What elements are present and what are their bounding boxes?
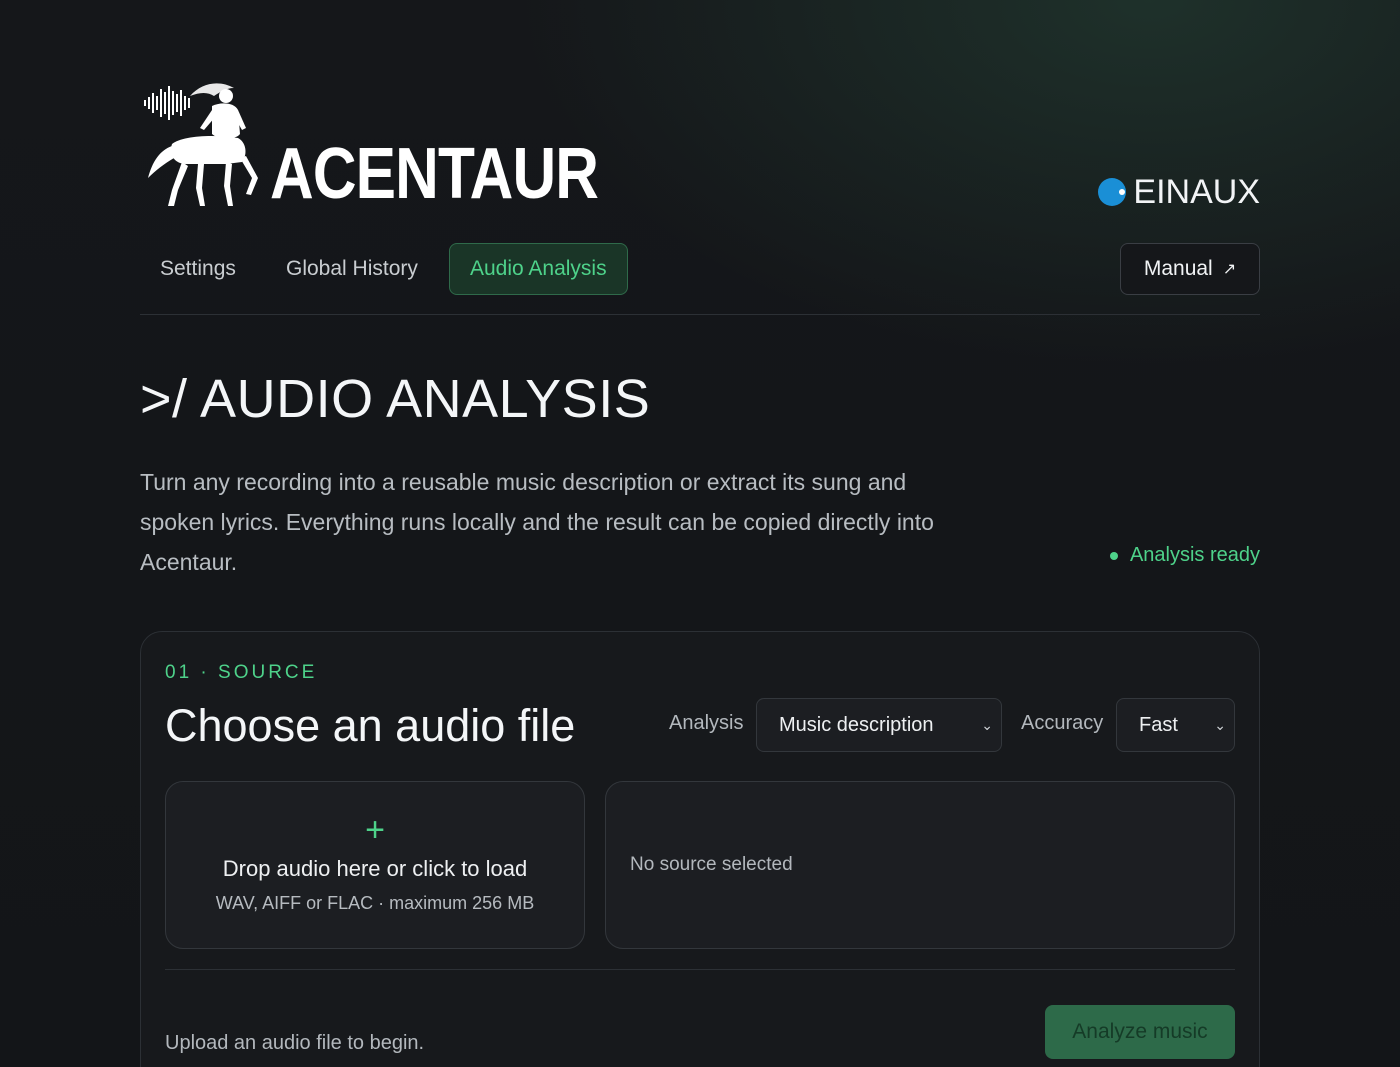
chevron-down-icon: ⌄	[1214, 717, 1226, 733]
tab-audio-analysis[interactable]: Audio Analysis	[449, 243, 628, 295]
page: ACENTAUR EINAUX Settings Global History …	[140, 0, 1260, 1067]
partner-logo: EINAUX	[1097, 172, 1260, 212]
partner-name: EINAUX	[1133, 172, 1260, 211]
chevron-down-icon: ⌄	[981, 717, 993, 733]
analysis-select[interactable]: Music description ⌄	[756, 698, 1002, 752]
analyze-music-button[interactable]: Analyze music	[1045, 1005, 1235, 1059]
centaur-icon	[144, 83, 258, 206]
accuracy-value: Fast	[1139, 714, 1178, 736]
header-divider	[140, 314, 1260, 315]
source-card: 01 · SOURCE Choose an audio file Analysi…	[140, 631, 1260, 1067]
plus-icon: +	[365, 811, 385, 849]
analysis-value: Music description	[779, 714, 934, 736]
status-indicator: Analysis ready	[1109, 544, 1260, 567]
card-divider	[165, 969, 1235, 970]
accuracy-label: Accuracy	[1021, 712, 1104, 734]
manual-button[interactable]: Manual ↗	[1120, 243, 1260, 295]
brand-wordmark: ACENTAUR	[270, 134, 599, 214]
acentaur-logo: ACENTAUR	[142, 78, 599, 214]
upload-hint: Upload an audio file to begin.	[165, 1032, 425, 1054]
main-nav: Settings Global History Audio Analysis M…	[140, 243, 1260, 297]
tab-global-history[interactable]: Global History	[266, 243, 438, 295]
card-title: Choose an audio file	[165, 700, 576, 751]
preview-empty-text: No source selected	[630, 854, 793, 875]
external-arrow-icon: ↗	[1222, 261, 1237, 278]
tab-settings[interactable]: Settings	[140, 243, 256, 295]
status-dot-icon	[1109, 551, 1118, 560]
manual-label: Manual	[1143, 257, 1213, 280]
dropzone-formats: WAV, AIFF or FLAC · maximum 256 MB	[215, 893, 535, 913]
analysis-label: Analysis	[669, 712, 744, 734]
accuracy-select[interactable]: Fast ⌄	[1116, 698, 1235, 752]
step-label: 01 · SOURCE	[165, 662, 318, 683]
partner-dot-icon	[1098, 178, 1127, 206]
source-preview: No source selected	[605, 781, 1235, 949]
audio-dropzone[interactable]: + Drop audio here or click to load WAV, …	[165, 781, 585, 949]
intro-text: Turn any recording into a reusable music…	[140, 469, 934, 575]
dropzone-label: Drop audio here or click to load	[222, 856, 528, 881]
status-text: Analysis ready	[1129, 544, 1260, 566]
page-title: >/ AUDIO ANALYSIS	[140, 369, 651, 429]
